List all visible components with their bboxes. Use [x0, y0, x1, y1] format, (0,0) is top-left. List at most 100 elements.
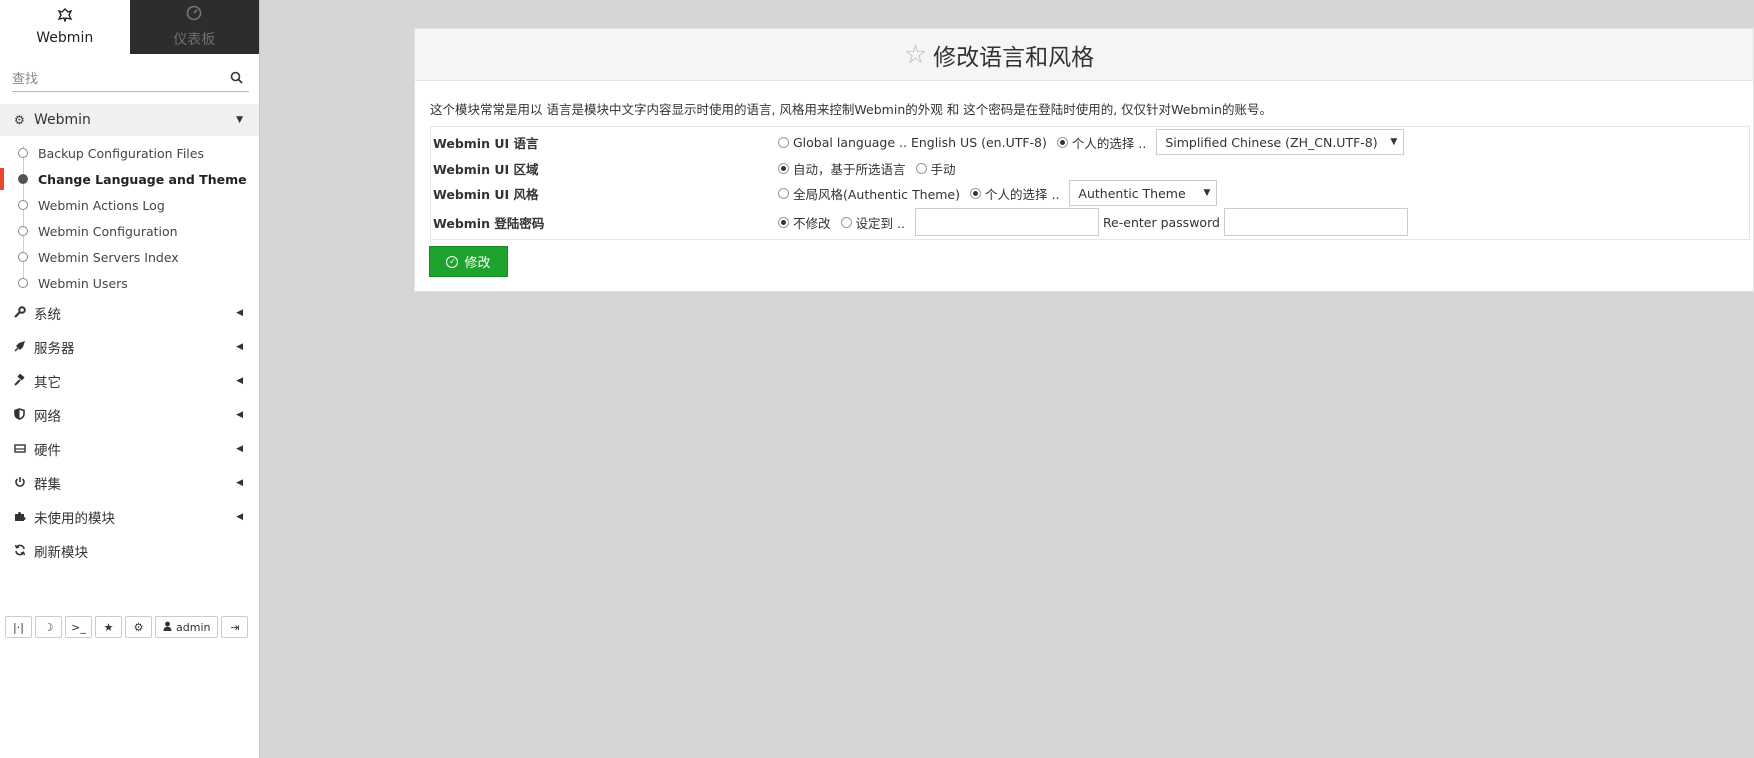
- tab-dashboard[interactable]: 仪表板: [129, 0, 259, 54]
- sidebar-cat-label: 刷新模块: [34, 545, 88, 561]
- theme-config-button[interactable]: ⚙: [125, 616, 152, 638]
- hdd-icon: [14, 442, 34, 456]
- radio-label: 自动，基于所选语言: [793, 161, 906, 177]
- radio-label: 全局风格(Authentic Theme): [793, 186, 960, 202]
- toggle-sidebar-button[interactable]: |·|: [5, 616, 32, 638]
- radio-auto-locale[interactable]: 自动，基于所选语言: [778, 159, 906, 178]
- sidebar-item-webmin-config[interactable]: Webmin Configuration: [0, 218, 259, 244]
- logout-icon: ⇥: [230, 620, 240, 634]
- sidebar-group-webmin[interactable]: ⚙ Webmin ▼: [0, 104, 259, 136]
- sidebar-item-servers-index[interactable]: Webmin Servers Index: [0, 244, 259, 270]
- sidebar-cat-label: 网络: [34, 409, 61, 425]
- radio-button[interactable]: [778, 162, 789, 174]
- radio-button[interactable]: [1056, 136, 1068, 148]
- theme-select[interactable]: Authentic Theme ▼: [1069, 180, 1218, 206]
- sidebar-item-actions-log[interactable]: Webmin Actions Log: [0, 192, 259, 218]
- radio-button[interactable]: [915, 162, 927, 174]
- night-mode-button[interactable]: ☽: [35, 616, 62, 638]
- radio-button[interactable]: [970, 187, 981, 199]
- radio-label: 手动: [930, 161, 956, 177]
- sidebar-cat-unused-modules[interactable]: 未使用的模块 ◀: [0, 500, 259, 534]
- settings-form: Webmin UI 语言 Global language .. English …: [430, 126, 1750, 240]
- main-panel: ☆ 修改语言和风格 这个模块常常是用以 语言是模块中文字内容显示时使用的语言, …: [414, 28, 1754, 292]
- rocket-icon: [14, 340, 34, 355]
- radio-button[interactable]: [840, 216, 852, 228]
- caret-left-icon: ◀: [236, 478, 243, 488]
- sidebar-item-backup[interactable]: Backup Configuration Files: [0, 140, 259, 166]
- sidebar-cat-label: 服务器: [34, 341, 75, 357]
- favorite-star-icon[interactable]: ☆: [904, 40, 927, 70]
- row-theme: Webmin UI 风格 全局风格(Authentic Theme) 个人的选择…: [431, 180, 1749, 206]
- radio-label: 设定到 ..: [855, 215, 905, 231]
- sidebar-cat-label: 群集: [34, 477, 61, 493]
- radio-button[interactable]: [778, 136, 789, 148]
- favorites-button[interactable]: ★: [95, 616, 122, 638]
- columns-icon: |·|: [13, 620, 24, 634]
- caret-left-icon: ◀: [236, 410, 243, 420]
- sidebar-group-label: Webmin: [34, 112, 91, 128]
- refresh-icon: [14, 544, 34, 559]
- user-button[interactable]: admin: [155, 616, 219, 638]
- sidebar-cat-system[interactable]: 系统 ◀: [0, 296, 259, 330]
- radio-set-password[interactable]: 设定到 ..: [840, 213, 905, 232]
- dropdown-arrow-icon: ▼: [1390, 137, 1398, 147]
- user-name: admin: [176, 620, 211, 634]
- terminal-button[interactable]: >_: [65, 616, 92, 638]
- caret-left-icon: ◀: [236, 512, 243, 522]
- radio-label: 个人的选择 ..: [1071, 135, 1147, 151]
- sidebar-refresh-modules[interactable]: 刷新模块: [0, 534, 259, 568]
- check-circle-icon: ✓: [446, 255, 459, 268]
- language-select[interactable]: Simplified Chinese (ZH_CN.UTF-8) ▼: [1156, 129, 1405, 155]
- sidebar-cat-cluster[interactable]: 群集 ◀: [0, 466, 259, 500]
- sidebar-cat-hardware[interactable]: 硬件 ◀: [0, 432, 259, 466]
- sidebar-item-webmin-users[interactable]: Webmin Users: [0, 270, 259, 296]
- caret-left-icon: ◀: [236, 376, 243, 386]
- logout-button[interactable]: ⇥: [221, 616, 249, 638]
- star-icon: ★: [103, 620, 114, 634]
- caret-down-icon: ▼: [236, 115, 243, 125]
- save-button[interactable]: ✓ 修改: [429, 246, 508, 277]
- password-input[interactable]: [914, 208, 1099, 236]
- radio-global-language[interactable]: Global language .. English US (en.UTF-8): [778, 135, 1047, 150]
- sidebar-item-label: Webmin Actions Log: [38, 197, 165, 213]
- radio-global-theme[interactable]: 全局风格(Authentic Theme): [778, 184, 960, 203]
- page-description: 这个模块常常是用以 语言是模块中文字内容显示时使用的语言, 风格用来控制Webm…: [430, 102, 1272, 117]
- sidebar-cat-servers[interactable]: 服务器 ◀: [0, 330, 259, 364]
- row-password: Webmin 登陆密码 不修改 设定到 .. Re-enter password: [431, 208, 1749, 236]
- row-label: Webmin UI 风格: [433, 186, 539, 202]
- language-options: Global language .. English US (en.UTF-8)…: [778, 129, 1405, 155]
- search-input[interactable]: [12, 68, 222, 90]
- sidebar-item-change-language[interactable]: Change Language and Theme: [0, 166, 259, 192]
- tab-webmin-label: Webmin: [36, 30, 94, 46]
- sidebar-cat-others[interactable]: 其它 ◀: [0, 364, 259, 398]
- sidebar-cat-label: 未使用的模块: [34, 511, 115, 527]
- theme-options: 全局风格(Authentic Theme) 个人的选择 .. Authentic…: [778, 180, 1218, 206]
- radio-button[interactable]: [778, 216, 789, 228]
- bullet-icon: [18, 148, 28, 158]
- search-icon[interactable]: [230, 71, 243, 87]
- sidebar-item-label: Webmin Configuration: [38, 223, 178, 239]
- tab-webmin[interactable]: Webmin: [0, 0, 130, 54]
- power-icon: [14, 476, 34, 491]
- sidebar-subitems: Backup Configuration Files Change Langua…: [0, 140, 259, 296]
- radio-no-change[interactable]: 不修改: [778, 213, 831, 232]
- sidebar: Webmin 仪表板 ⚙ Webmin ▼ Backup Configurati…: [0, 0, 260, 758]
- puzzle-icon: [14, 510, 34, 525]
- radio-personal-language[interactable]: 个人的选择 ..: [1056, 133, 1147, 152]
- sidebar-cat-network[interactable]: 网络 ◀: [0, 398, 259, 432]
- radio-personal-theme[interactable]: 个人的选择 ..: [970, 184, 1059, 203]
- cogs-icon: ⚙: [133, 620, 144, 634]
- active-indicator: [0, 168, 4, 190]
- row-label: Webmin 登陆密码: [433, 215, 545, 231]
- sidebar-toolbar: |·| ☽ >_ ★ ⚙ admin ⇥: [5, 616, 249, 638]
- webmin-logo-icon: [57, 8, 73, 26]
- radio-manual-locale[interactable]: 手动: [915, 159, 956, 178]
- terminal-icon: >_: [71, 620, 86, 634]
- tab-dashboard-label: 仪表板: [173, 32, 216, 48]
- reenter-password-input[interactable]: [1223, 208, 1408, 236]
- radio-button[interactable]: [778, 187, 789, 199]
- reenter-password-label: Re-enter password: [1102, 214, 1220, 230]
- bullet-icon: [18, 200, 28, 210]
- sidebar-item-label: Webmin Users: [38, 275, 128, 291]
- sidebar-cat-label: 系统: [34, 307, 61, 323]
